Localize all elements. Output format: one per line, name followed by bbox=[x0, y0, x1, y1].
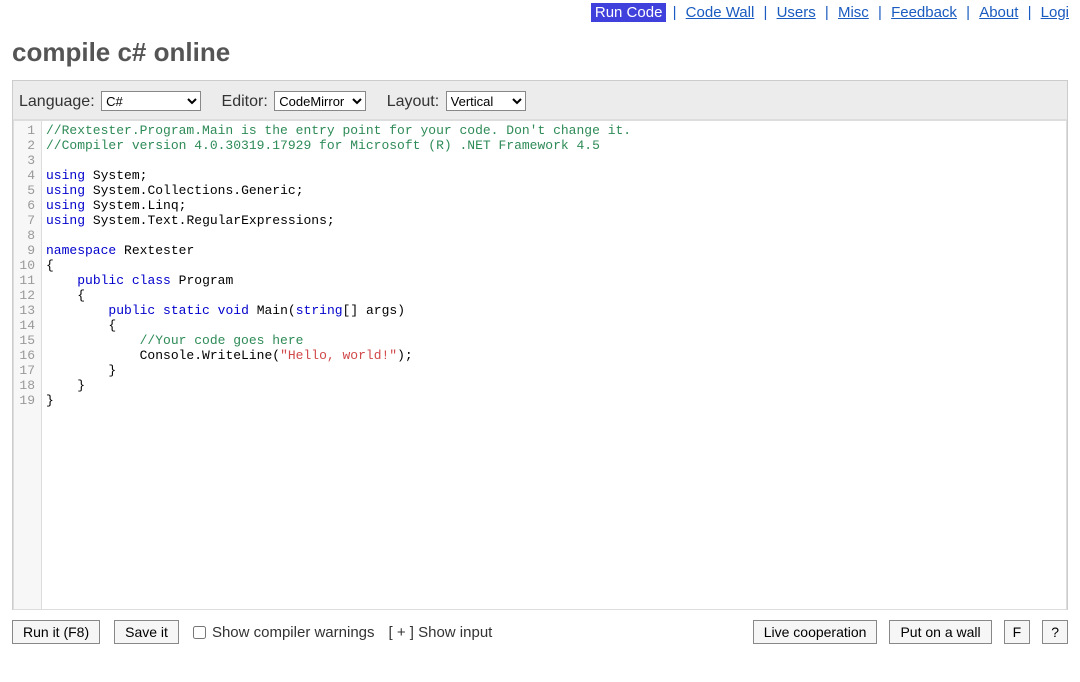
page-title: compile c# online bbox=[0, 23, 1080, 80]
run-button[interactable]: Run it (F8) bbox=[12, 620, 100, 644]
nav-separator: | bbox=[761, 4, 769, 21]
nav-about[interactable]: About bbox=[976, 4, 1021, 21]
layout-label: Layout: bbox=[387, 93, 439, 110]
main-block: Language: C# Editor: CodeMirror Layout: … bbox=[12, 80, 1068, 610]
show-input-toggle[interactable]: [ + ] Show input bbox=[389, 624, 493, 641]
top-nav: Run Code | Code Wall | Users | Misc | Fe… bbox=[0, 0, 1080, 23]
fullscreen-button[interactable]: F bbox=[1004, 620, 1031, 644]
top-toolbar: Language: C# Editor: CodeMirror Layout: … bbox=[13, 81, 1067, 119]
nav-login[interactable]: Logi bbox=[1038, 4, 1072, 21]
editor-wrap: 12345678910111213141516171819 //Rexteste… bbox=[13, 119, 1067, 610]
nav-run-code[interactable]: Run Code bbox=[591, 3, 667, 22]
nav-feedback[interactable]: Feedback bbox=[888, 4, 960, 21]
nav-code-wall[interactable]: Code Wall bbox=[683, 4, 758, 21]
live-cooperation-button[interactable]: Live cooperation bbox=[753, 620, 878, 644]
show-warnings-checkbox[interactable]: Show compiler warnings bbox=[193, 624, 375, 641]
language-label: Language: bbox=[19, 93, 95, 110]
nav-separator: | bbox=[876, 4, 884, 21]
nav-separator: | bbox=[964, 4, 972, 21]
language-select[interactable]: C# bbox=[101, 91, 201, 111]
line-gutter: 12345678910111213141516171819 bbox=[14, 121, 42, 609]
layout-select[interactable]: Vertical bbox=[446, 91, 526, 111]
save-button[interactable]: Save it bbox=[114, 620, 179, 644]
editor-select[interactable]: CodeMirror bbox=[274, 91, 366, 111]
show-warnings-label: Show compiler warnings bbox=[212, 624, 375, 641]
bottom-bar: Run it (F8) Save it Show compiler warnin… bbox=[12, 616, 1068, 648]
show-warnings-input[interactable] bbox=[193, 626, 206, 639]
nav-separator: | bbox=[823, 4, 831, 21]
code-content[interactable]: //Rextester.Program.Main is the entry po… bbox=[42, 121, 631, 609]
put-on-wall-button[interactable]: Put on a wall bbox=[889, 620, 991, 644]
help-button[interactable]: ? bbox=[1042, 620, 1068, 644]
code-editor[interactable]: 12345678910111213141516171819 //Rexteste… bbox=[13, 120, 1067, 610]
editor-label: Editor: bbox=[222, 93, 268, 110]
nav-misc[interactable]: Misc bbox=[835, 4, 872, 21]
nav-users[interactable]: Users bbox=[774, 4, 819, 21]
nav-separator: | bbox=[671, 4, 679, 21]
nav-separator: | bbox=[1026, 4, 1034, 21]
